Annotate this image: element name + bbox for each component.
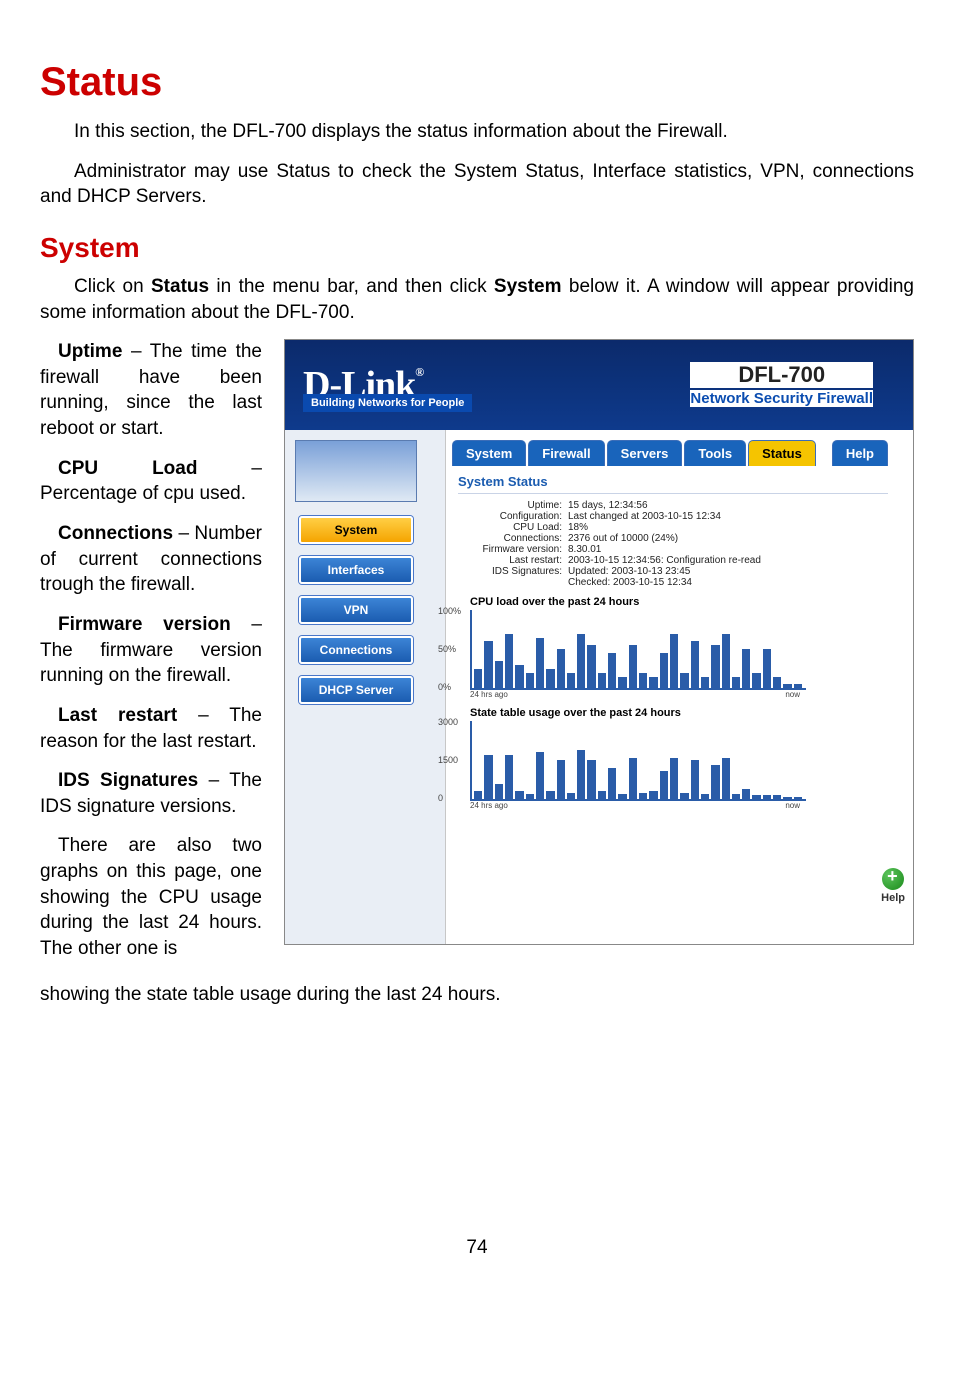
system-intro: Click on Status in the menu bar, and the… (40, 274, 914, 325)
status-row-cpu-load: CPU Load:18% (470, 522, 913, 533)
device-model: DFL-700 (690, 362, 873, 388)
sidebar-item-dhcp-server[interactable]: DHCP Server (299, 676, 413, 704)
graphs-note: There are also two graphs on this page, … (40, 833, 262, 961)
device-image (295, 440, 417, 502)
status-row-uptime: Uptime:15 days, 12:34:56 (470, 500, 913, 511)
intro-text-2: Administrator may use Status to check th… (40, 159, 914, 210)
device-description: Network Security Firewall (690, 390, 873, 407)
tab-help[interactable]: Help (832, 440, 888, 466)
graph2-ytick-top: 3000 (438, 717, 458, 727)
definitions-column: Uptime – The time the firewall have been… (40, 339, 262, 975)
status-row-ids-checked: Checked: 2003-10-15 12:34 (470, 577, 913, 588)
term-last-restart: Last restart (58, 705, 177, 726)
app-header: D-Link® Building Networks for People DFL… (285, 340, 913, 430)
sidebar-item-interfaces[interactable]: Interfaces (299, 556, 413, 584)
plus-circle-icon (882, 868, 904, 890)
brand-tagline: Building Networks for People (303, 394, 472, 412)
graph2-xaxis: 24 hrs agonow (470, 801, 800, 810)
term-uptime: Uptime (58, 341, 122, 362)
embedded-screenshot: D-Link® Building Networks for People DFL… (284, 339, 914, 945)
graph2-ytick-mid: 1500 (438, 755, 458, 765)
status-row-ids-updated: IDS Signatures:Updated: 2003-10-13 23:45 (470, 566, 913, 577)
tail-text: showing the state table usage during the… (40, 982, 914, 1008)
term-firmware-version: Firmware version (58, 614, 231, 635)
graph2-title: State table usage over the past 24 hours (470, 707, 913, 719)
page-title: Status (40, 60, 914, 105)
graph1-xaxis: 24 hrs agonow (470, 690, 800, 699)
status-row-last-restart: Last restart:2003-10-15 12:34:56: Config… (470, 555, 913, 566)
intro-text-1: In this section, the DFL-700 displays th… (40, 119, 914, 145)
cpu-load-graph: 100% 50% 0% (470, 610, 806, 690)
sidebar-item-vpn[interactable]: VPN (299, 596, 413, 624)
tab-system[interactable]: System (452, 440, 526, 466)
state-table-graph: 3000 1500 0 (470, 721, 806, 801)
page-number: 74 (40, 1237, 914, 1259)
graph1-ytick-mid: 50% (438, 644, 456, 654)
graph2-ytick-bot: 0 (438, 793, 443, 803)
term-cpu-load: CPU Load (58, 458, 197, 479)
tab-bar: System Firewall Servers Tools Status Hel… (452, 440, 913, 466)
section-heading-system: System (40, 232, 914, 264)
graph1-ytick-bot: 0% (438, 682, 451, 692)
status-row-configuration: Configuration:Last changed at 2003-10-15… (470, 511, 913, 522)
content-subtitle: System Status (458, 474, 888, 494)
term-ids-signatures: IDS Signatures (58, 770, 198, 791)
help-label: Help (881, 892, 905, 904)
graph1-title: CPU load over the past 24 hours (470, 596, 913, 608)
sidebar: System Interfaces VPN Connections DHCP S… (285, 430, 446, 944)
tab-tools[interactable]: Tools (684, 440, 746, 466)
help-icon[interactable]: Help (881, 868, 905, 904)
tab-servers[interactable]: Servers (607, 440, 683, 466)
tab-firewall[interactable]: Firewall (528, 440, 604, 466)
graph1-ytick-top: 100% (438, 606, 461, 616)
term-connections: Connections (58, 523, 173, 544)
status-row-connections: Connections:2376 out of 10000 (24%) (470, 533, 913, 544)
sidebar-item-connections[interactable]: Connections (299, 636, 413, 664)
tab-status[interactable]: Status (748, 440, 816, 466)
sidebar-item-system[interactable]: System (299, 516, 413, 544)
status-row-firmware: Firmware version:8.30.01 (470, 544, 913, 555)
